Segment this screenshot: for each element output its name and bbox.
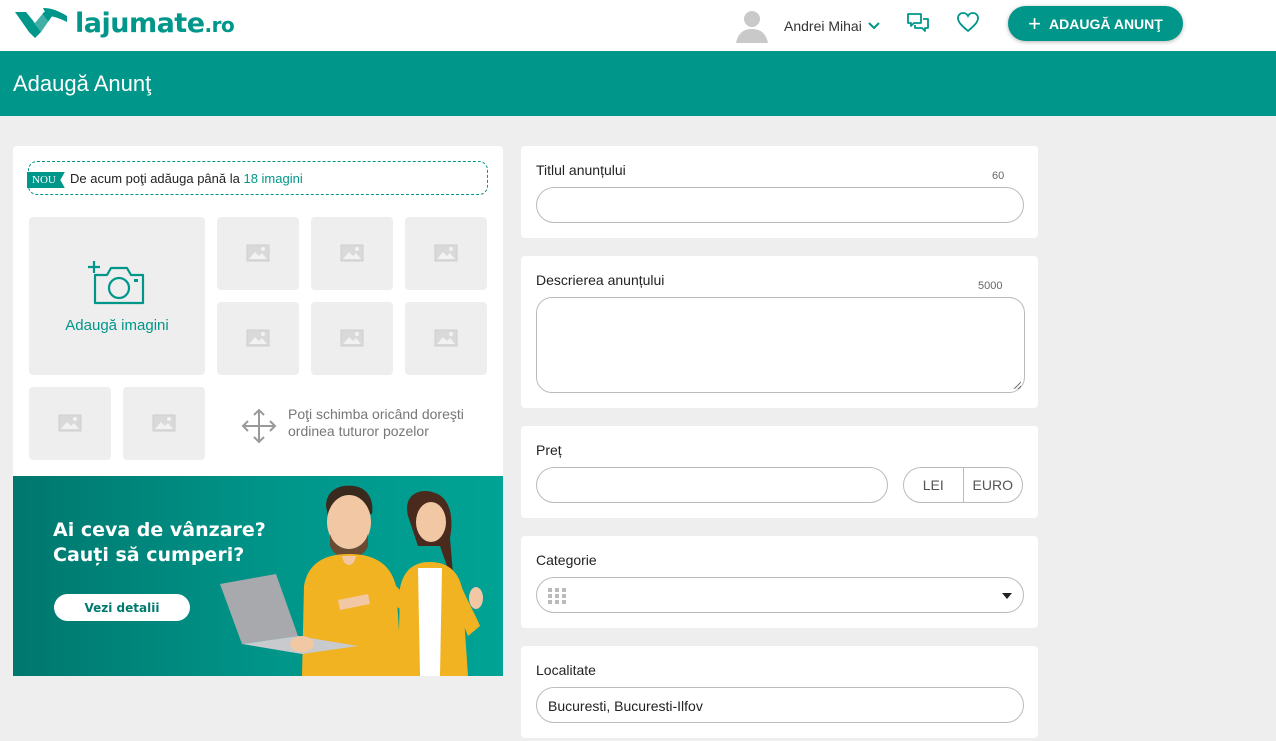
category-label: Categorie <box>536 552 597 568</box>
category-select[interactable] <box>536 577 1024 613</box>
image-placeholder-icon <box>58 414 82 432</box>
title-band: Adaugă Anunţ <box>0 51 1276 116</box>
page-title: Adaugă Anunţ <box>13 71 152 96</box>
promo-people-illustration <box>220 485 483 676</box>
photo-slot[interactable] <box>405 217 487 290</box>
photo-slot[interactable] <box>311 302 393 375</box>
location-value: Bucuresti, Bucuresti-Ilfov <box>548 698 703 714</box>
price-label: Preț <box>536 442 562 458</box>
reorder-hint: Poţi schimba oricând doreşti ordinea tut… <box>241 406 491 446</box>
images-panel: NOU De acum poţi adăuga până la 18 imagi… <box>13 146 503 476</box>
images-notice: NOU De acum poţi adăuga până la 18 imagi… <box>27 161 488 195</box>
location-label: Localitate <box>536 662 596 678</box>
description-textarea[interactable] <box>536 297 1025 393</box>
title-input[interactable] <box>536 187 1024 223</box>
description-counter: 5000 <box>978 280 1003 292</box>
promo-details-button[interactable]: Vezi detalii <box>54 594 190 621</box>
image-placeholder-icon <box>246 244 270 262</box>
camera-plus-icon <box>88 261 145 305</box>
user-menu[interactable]: Andrei Mihai <box>734 8 880 44</box>
photo-slot[interactable] <box>217 217 299 290</box>
title-card: Titlul anunțului 60 <box>521 146 1038 238</box>
price-input[interactable] <box>536 467 888 503</box>
plus-icon: + <box>1028 10 1042 36</box>
move-arrows-icon <box>241 408 277 444</box>
image-placeholder-icon <box>434 329 458 347</box>
heart-icon[interactable] <box>956 11 980 33</box>
location-card: Localitate Bucuresti, Bucuresti-Ilfov <box>521 646 1038 738</box>
photo-slot[interactable] <box>123 387 205 460</box>
currency-lei-button[interactable]: LEI <box>904 468 963 502</box>
logo-icon <box>15 8 67 38</box>
title-label: Titlul anunțului <box>536 162 626 178</box>
chevron-down-icon <box>868 22 880 30</box>
add-listing-label: ADAUGĂ ANUNŢ <box>1049 15 1163 32</box>
image-placeholder-icon <box>246 329 270 347</box>
messages-icon[interactable] <box>906 11 930 35</box>
logo[interactable]: lajumate.ro <box>13 5 235 41</box>
currency-euro-button[interactable]: EURO <box>962 468 1023 502</box>
title-counter: 60 <box>992 170 1005 182</box>
image-placeholder-icon <box>434 244 458 262</box>
grid-icon <box>548 588 566 604</box>
user-name: Andrei Mihai <box>784 18 862 34</box>
top-header: lajumate.ro Andrei Mihai + ADAUGĂ ANUNŢ <box>0 0 1276 51</box>
reorder-text: Poţi schimba oricând doreşti ordinea tut… <box>288 406 464 439</box>
notice-text: De acum poţi adăuga până la 18 imagini <box>70 171 303 186</box>
new-badge: NOU <box>27 172 65 188</box>
image-placeholder-icon <box>152 414 176 432</box>
add-listing-button[interactable]: + ADAUGĂ ANUNŢ <box>1008 6 1183 41</box>
category-card: Categorie <box>521 536 1038 628</box>
photo-slot[interactable] <box>217 302 299 375</box>
add-images-label: Adaugă imagini <box>65 317 169 334</box>
image-placeholder-icon <box>340 329 364 347</box>
add-images-button[interactable]: Adaugă imagini <box>29 217 205 375</box>
avatar-icon <box>736 11 768 43</box>
location-input[interactable]: Bucuresti, Bucuresti-Ilfov <box>536 687 1024 723</box>
price-card: Preț LEI EURO <box>521 426 1038 518</box>
image-placeholder-icon <box>340 244 364 262</box>
promo-banner: Ai ceva de vânzare? Cauți să cumperi? Ve… <box>13 476 503 676</box>
description-card: Descrierea anunțului 5000 <box>521 256 1038 408</box>
currency-toggle: LEI EURO <box>903 467 1023 503</box>
logo-text: lajumate.ro <box>75 7 235 39</box>
photo-slot[interactable] <box>311 217 393 290</box>
resize-handle-icon[interactable] <box>1013 381 1021 389</box>
dropdown-caret-icon <box>1002 593 1012 599</box>
photo-slot[interactable] <box>405 302 487 375</box>
description-label: Descrierea anunțului <box>536 272 665 288</box>
photo-slot[interactable] <box>29 387 111 460</box>
